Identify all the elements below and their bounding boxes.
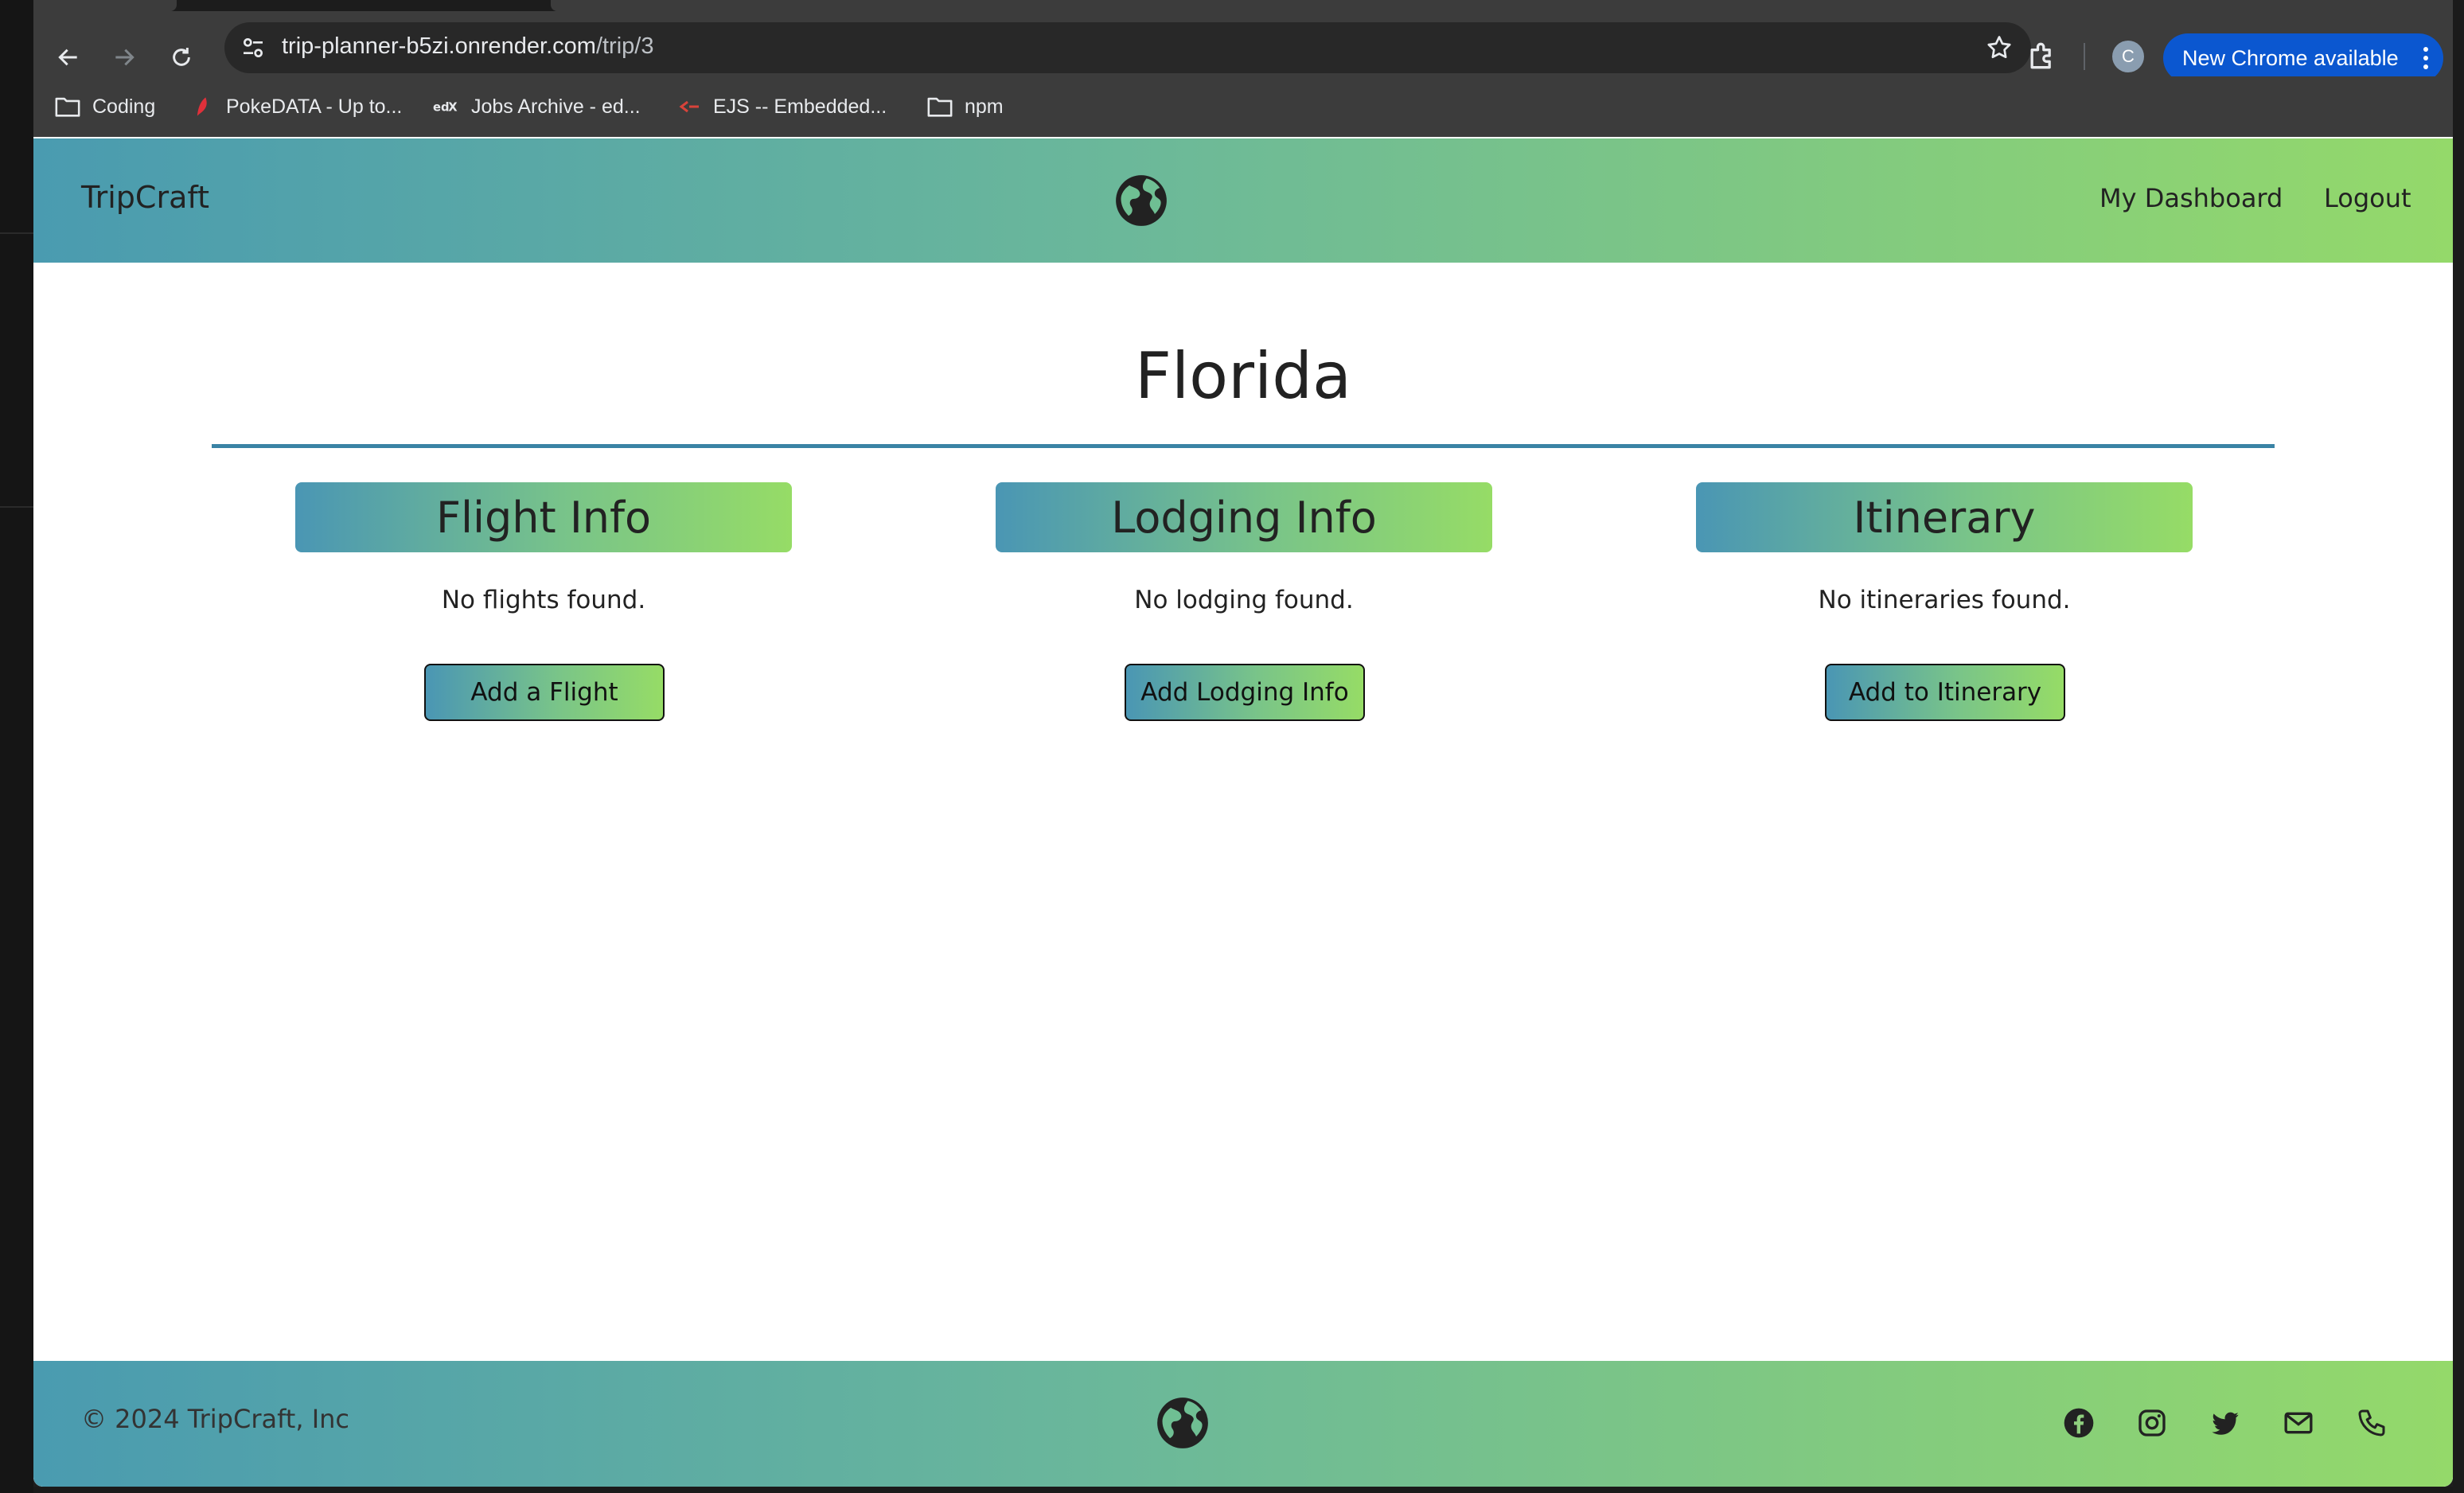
bookmark-label: EJS -- Embedded... [713,95,887,118]
section-heading: Flight Info [295,482,792,552]
forward-arrow-icon [115,49,135,66]
twitter-icon[interactable] [2209,1407,2241,1439]
bookmark-coding[interactable]: Coding [54,92,155,121]
url-host: trip-planner-b5zi.onrender.com [282,33,596,59]
folder-icon [55,97,80,117]
add-lodging-button[interactable]: Add Lodging Info [1125,664,1365,721]
forward-button[interactable] [102,35,146,80]
site-header: TripCraft My Dashboard Logout [33,138,2453,263]
url-path: /trip/3 [595,33,654,59]
title-divider [212,444,2275,448]
site-info-icon[interactable] [239,35,267,60]
bookmark-label: npm [965,95,1004,118]
bookmark-ejs[interactable]: EJS -- Embedded... [678,92,887,121]
more-menu-icon[interactable] [2423,45,2429,71]
profile-avatar[interactable]: C [2112,41,2144,72]
background-divider [0,506,33,508]
bookmark-pokedata[interactable]: PokeDATA - Up to... [193,92,402,121]
address-bar[interactable]: trip-planner-b5zi.onrender.com/trip/3 [224,22,2031,73]
svg-text:X: X [448,101,458,115]
bookmark-label: Jobs Archive - ed... [471,95,641,118]
edx-favicon-icon: edX [433,101,458,115]
update-chrome-label: New Chrome available [2182,45,2399,70]
web-page: TripCraft My Dashboard Logout Florida Fl… [33,138,2453,1487]
bookmark-star-icon[interactable] [1985,33,2014,62]
add-flight-button[interactable]: Add a Flight [424,664,665,721]
reload-button[interactable] [159,35,204,80]
copyright-text: © 2024 TripCraft, Inc [81,1404,349,1434]
background-window [0,0,33,1493]
globe-icon[interactable] [1114,173,1168,228]
extensions-icon[interactable] [2025,38,2060,73]
tab-strip [33,0,2453,11]
phone-icon[interactable] [2356,1407,2388,1439]
background-window-edge [2453,0,2464,1493]
bookmark-label: PokeDATA - Up to... [226,95,403,118]
bookmark-label: Coding [92,95,156,118]
reload-icon [173,48,190,66]
toolbar-separator [2084,43,2085,70]
facebook-icon[interactable] [2063,1407,2095,1439]
pokedata-favicon-icon [197,97,207,116]
folder-icon [927,97,953,117]
empty-state-text: No itineraries found. [1818,586,2071,614]
bookmarks-bar: Coding PokeDATA - Up to... ed X Jobs Arch… [33,76,2453,137]
background-divider [0,232,33,234]
svg-text:ed: ed [433,101,450,115]
trip-title: Florida [1134,339,1352,413]
background-terminal-strip [33,1487,2453,1493]
empty-state-text: No flights found. [441,586,646,614]
site-footer: © 2024 TripCraft, Inc [33,1361,2453,1487]
ejs-favicon-icon [679,100,699,113]
mail-icon[interactable] [2283,1407,2314,1439]
section-heading: Itinerary [1696,482,2193,552]
back-button[interactable] [46,35,91,80]
nav-logout[interactable]: Logout [2324,183,2411,213]
section-heading: Lodging Info [996,482,1492,552]
nav-my-dashboard[interactable]: My Dashboard [2099,183,2283,213]
bookmark-jobs-archive[interactable]: ed X Jobs Archive - ed... [433,92,641,121]
browser-window: trip-planner-b5zi.onrender.com/trip/3 C … [33,0,2453,1487]
bookmark-npm[interactable]: npm [926,92,1004,121]
back-arrow-icon [58,49,77,66]
instagram-icon[interactable] [2136,1407,2168,1439]
globe-icon [1157,1397,1208,1448]
update-chrome-button[interactable]: New Chrome available [2163,33,2443,83]
tab-active[interactable] [33,0,177,11]
brand-logo-text[interactable]: TripCraft [81,180,209,215]
add-itinerary-button[interactable]: Add to Itinerary [1825,664,2065,721]
empty-state-text: No lodging found. [1134,586,1354,614]
url-text[interactable]: trip-planner-b5zi.onrender.com/trip/3 [282,33,653,60]
tab-strip-background [551,0,2453,11]
